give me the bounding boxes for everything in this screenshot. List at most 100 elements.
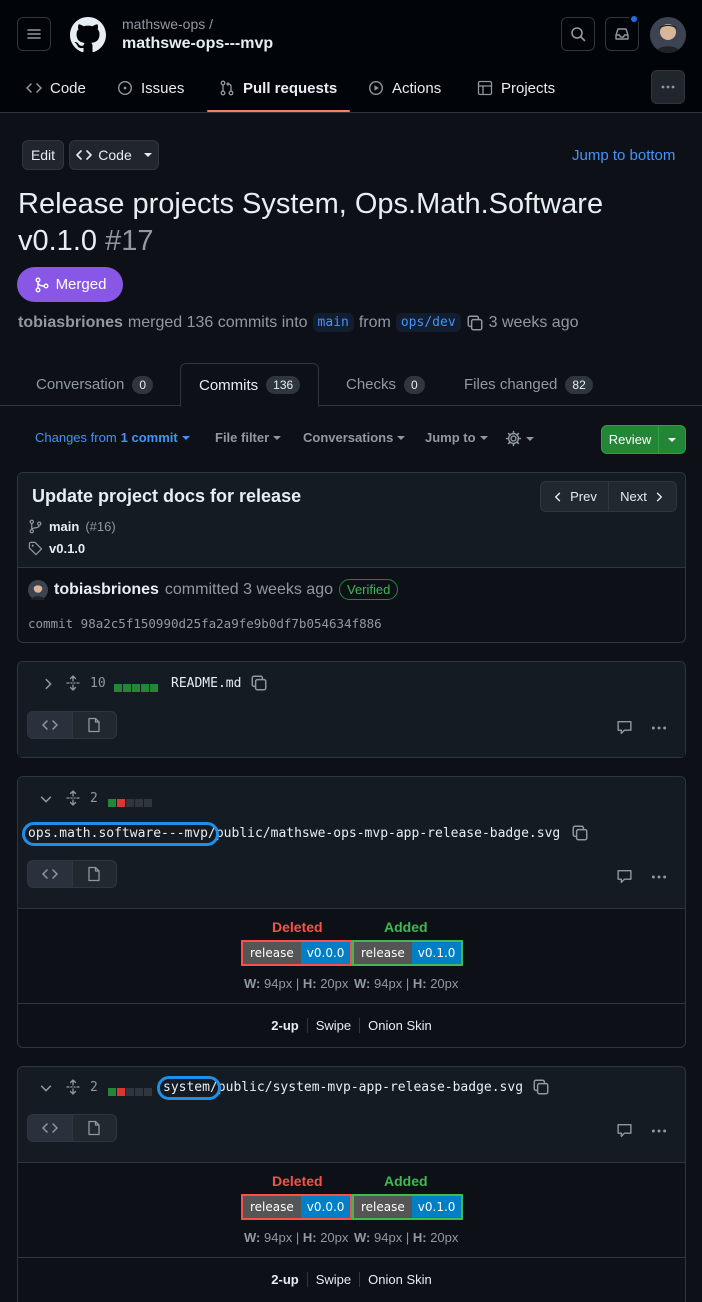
chevron-down-icon[interactable] — [659, 426, 685, 453]
chevron-right-icon[interactable] — [41, 677, 55, 691]
copy-icon[interactable] — [466, 314, 484, 332]
mode-onion-skin[interactable]: Onion Skin — [359, 1017, 440, 1033]
unfold-icon[interactable] — [65, 790, 81, 806]
settings-dropdown[interactable] — [505, 430, 534, 447]
prev-button[interactable]: Prev — [541, 482, 609, 511]
chevron-down-icon[interactable] — [39, 1081, 53, 1095]
commit-tag: v0.1.0 — [28, 541, 85, 556]
nav-code[interactable]: Code — [26, 70, 86, 106]
kebab-horizontal-icon — [661, 85, 675, 89]
base-branch[interactable]: main — [312, 313, 354, 332]
commit-branch-link[interactable]: main — [49, 519, 79, 534]
nav-actions[interactable]: Actions — [368, 70, 441, 106]
tab-label: Commits — [199, 376, 259, 394]
nav-projects[interactable]: Projects — [477, 70, 555, 106]
code-view-button[interactable] — [28, 712, 73, 738]
file-view-button[interactable] — [73, 1115, 117, 1141]
unfold-icon[interactable] — [65, 675, 81, 691]
comment-icon[interactable] — [616, 1122, 633, 1139]
nav-issues[interactable]: Issues — [117, 70, 184, 106]
github-logo-icon[interactable] — [70, 17, 106, 53]
file-filter-dropdown[interactable]: File filter — [215, 430, 282, 445]
active-tab-indicator — [207, 110, 350, 112]
code-view-button[interactable] — [28, 861, 73, 887]
jump-to-bottom-link[interactable]: Jump to bottom — [572, 147, 675, 164]
menu-button[interactable] — [17, 17, 51, 51]
copy-icon[interactable] — [532, 1078, 550, 1096]
commit-branch-pr[interactable]: (#16) — [85, 519, 115, 534]
status-label: Merged — [55, 276, 107, 293]
nav-pull-requests[interactable]: Pull requests — [219, 70, 337, 106]
nav-code-label: Code — [50, 79, 86, 97]
code-icon — [76, 150, 93, 160]
file-path-rest: public/system-mvp-app-release-badge.svg — [217, 1080, 524, 1095]
tab-counter: 0 — [132, 375, 154, 394]
image-diff-modes: 2-up Swipe Onion Skin — [18, 1257, 685, 1300]
head-branch[interactable]: ops/dev — [395, 313, 461, 332]
changes-prefix: Changes from — [35, 430, 117, 445]
next-button[interactable]: Next — [609, 482, 676, 511]
file-icon — [88, 1120, 100, 1136]
tab-label: Files changed — [464, 376, 558, 393]
chevron-down-icon — [143, 153, 152, 157]
copy-icon[interactable] — [571, 824, 589, 842]
code-view-button[interactable] — [28, 1115, 73, 1141]
mode-swipe[interactable]: Swipe — [306, 1271, 359, 1287]
code-icon — [41, 869, 58, 879]
repo-owner-link[interactable]: mathswe-ops / — [122, 16, 213, 32]
file-view-button[interactable] — [73, 861, 117, 887]
pull-request-icon — [220, 80, 234, 96]
review-button[interactable]: Review — [601, 425, 686, 454]
more-nav-button[interactable] — [651, 70, 685, 104]
jump-to-dropdown[interactable]: Jump to — [425, 430, 488, 445]
old-badge-image: release v0.0.0 — [240, 1194, 353, 1220]
deleted-label: Deleted — [272, 919, 323, 935]
mode-2-up[interactable]: 2-up — [263, 1272, 306, 1287]
mode-2-up[interactable]: 2-up — [263, 1018, 306, 1033]
view-toggle — [27, 1114, 117, 1142]
file-view-button[interactable] — [73, 712, 117, 738]
mode-onion-skin[interactable]: Onion Skin — [359, 1271, 440, 1287]
code-dropdown-button[interactable]: Code — [69, 140, 159, 170]
chevron-down-icon[interactable] — [39, 792, 53, 806]
code-icon — [26, 83, 42, 93]
mode-swipe[interactable]: Swipe — [306, 1017, 359, 1033]
kebab-horizontal-icon[interactable] — [650, 719, 668, 737]
prev-label: Prev — [570, 489, 597, 504]
from-text: from — [358, 313, 391, 331]
tab-checks[interactable]: Checks 0 — [346, 363, 425, 406]
unfold-icon[interactable] — [65, 1079, 81, 1095]
added-label: Added — [384, 1173, 428, 1189]
copy-icon[interactable] — [250, 674, 268, 692]
tab-label: Conversation — [36, 376, 125, 393]
comment-icon[interactable] — [616, 719, 633, 736]
pr-author-link[interactable]: tobiasbriones — [18, 314, 123, 332]
commit-author-link[interactable]: tobiasbriones — [54, 581, 159, 599]
search-button[interactable] — [561, 17, 595, 51]
repo-name-link[interactable]: mathswe-ops---mvp — [122, 35, 273, 53]
file-name[interactable]: README.md — [171, 676, 241, 691]
diff-file-system-badge: 2 system/public/system-mvp-app-release-b… — [17, 1066, 686, 1302]
commit-time: committed 3 weeks ago — [164, 580, 333, 598]
commit-tag-link[interactable]: v0.1.0 — [49, 541, 85, 556]
changes-from-dropdown[interactable]: Changes from 1 commit — [35, 430, 190, 445]
gear-icon — [505, 430, 522, 447]
tab-label: Checks — [346, 376, 397, 393]
notification-dot — [629, 14, 639, 24]
merge-text: merged 136 commits into — [127, 313, 308, 331]
conversations-dropdown[interactable]: Conversations — [303, 430, 406, 445]
tab-conversation[interactable]: Conversation 0 — [36, 363, 154, 406]
page-title: Release projects System, Ops.Math.Softwa… — [18, 186, 678, 260]
changes-value: 1 commit — [120, 430, 178, 445]
tab-files-changed[interactable]: Files changed 82 — [464, 363, 593, 406]
comment-icon[interactable] — [616, 868, 633, 885]
verified-badge[interactable]: Verified — [338, 579, 399, 600]
branch-icon — [29, 519, 42, 534]
user-avatar[interactable] — [650, 17, 686, 53]
avatar[interactable] — [28, 579, 48, 600]
kebab-horizontal-icon[interactable] — [650, 1122, 668, 1140]
edit-button[interactable]: Edit — [22, 140, 64, 170]
kebab-horizontal-icon[interactable] — [650, 868, 668, 886]
view-toggle — [27, 860, 117, 888]
tab-commits[interactable]: Commits 136 — [180, 363, 320, 407]
